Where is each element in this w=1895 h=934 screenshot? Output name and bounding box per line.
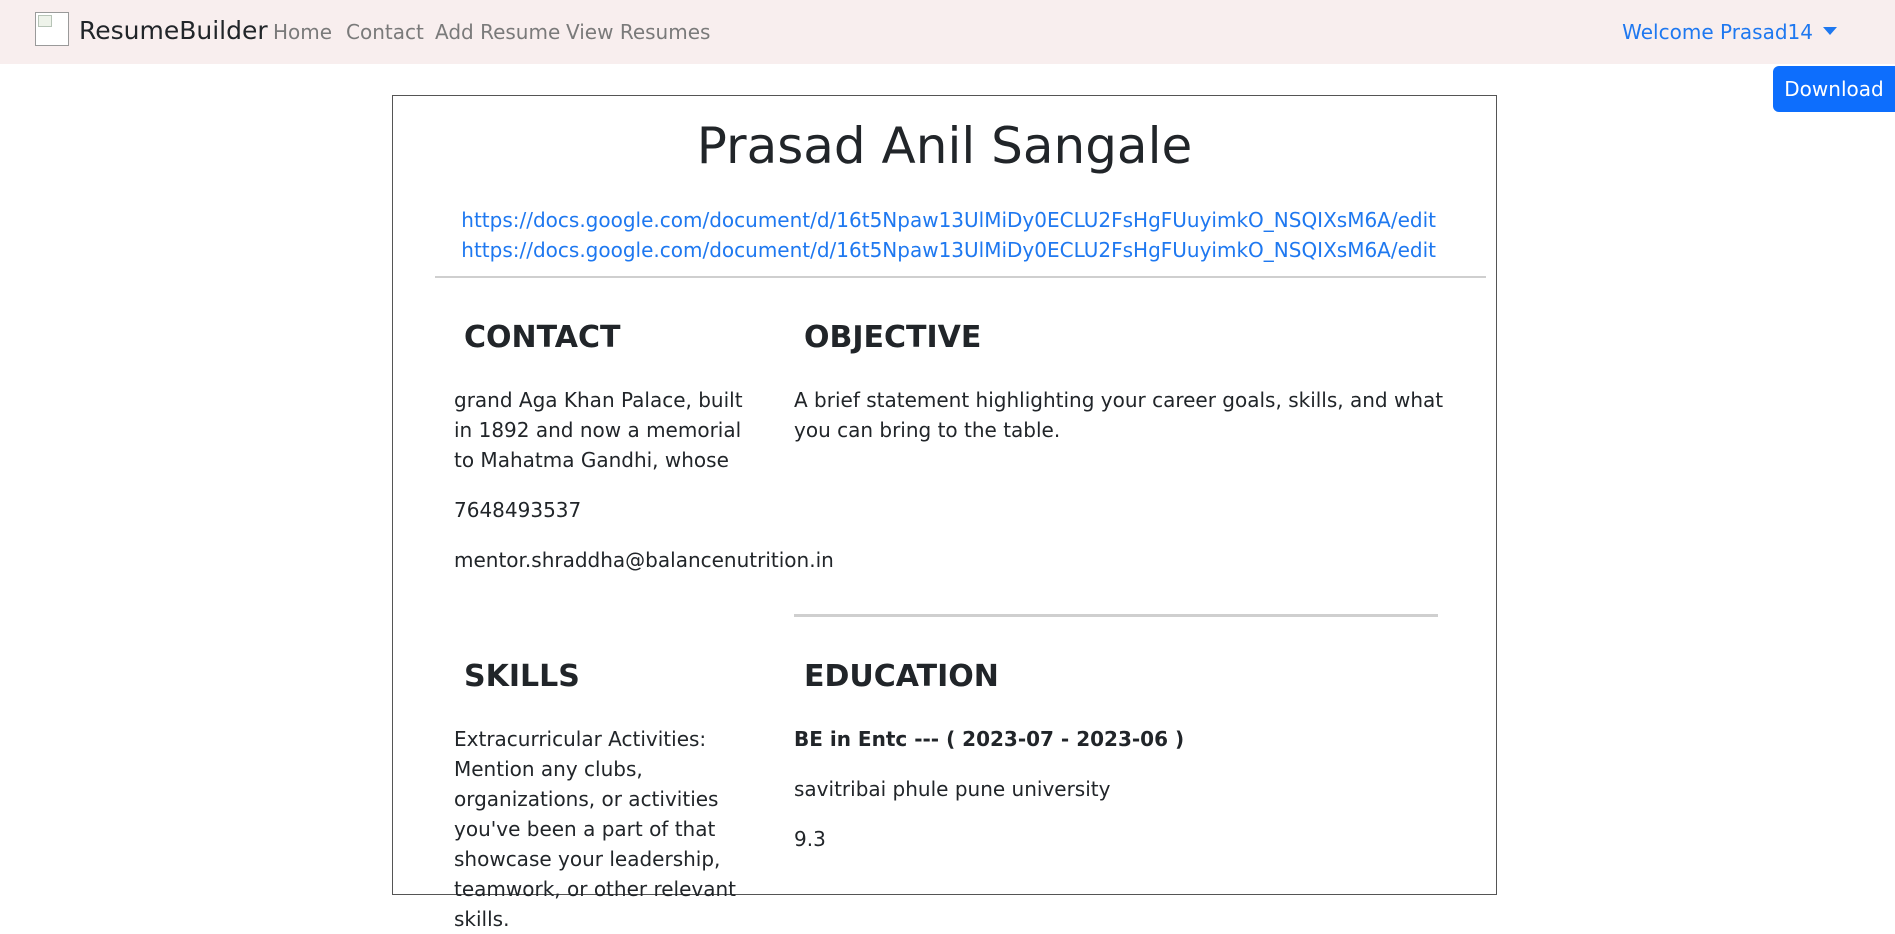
resume-card: Prasad Anil Sangale https://docs.google.… <box>392 95 1497 931</box>
chevron-down-icon <box>1823 27 1837 35</box>
skills-heading: SKILLS <box>464 659 580 694</box>
objective-heading: OBJECTIVE <box>804 320 982 355</box>
education-score: 9.3 <box>794 827 826 851</box>
nav-link-view-resumes[interactable]: View Resumes <box>566 19 710 45</box>
nav-link-contact[interactable]: Contact <box>346 19 424 45</box>
contact-email: mentor.shraddha@balancenutrition.in <box>454 548 834 572</box>
nav-link-home[interactable]: Home <box>273 19 332 45</box>
education-degree: BE in Entc --- ( 2023-07 - 2023-06 ) <box>794 727 1185 751</box>
contact-address: grand Aga Khan Palace, built in 1892 and… <box>454 388 743 472</box>
contact-phone: 7648493537 <box>454 498 582 522</box>
resume-link-2[interactable]: https://docs.google.com/document/d/16t5N… <box>461 236 1436 264</box>
education-heading: EDUCATION <box>804 659 999 694</box>
download-button[interactable]: Download <box>1773 66 1895 112</box>
resume-name: Prasad Anil Sangale <box>696 117 1193 175</box>
skills-text: Extracurricular Activities: Mention any … <box>454 727 737 931</box>
resume-link-1[interactable]: https://docs.google.com/document/d/16t5N… <box>461 206 1436 234</box>
welcome-label: Welcome Prasad14 <box>1622 20 1813 44</box>
objective-divider <box>794 614 1438 617</box>
education-university: savitribai phule pune university <box>794 777 1111 801</box>
objective-text: A brief statement highlighting your care… <box>794 388 1444 442</box>
nav-link-add-resume[interactable]: Add Resume <box>435 19 560 45</box>
navbar: ResumeBuilder Home Contact Add Resume Vi… <box>0 0 1895 64</box>
brand-logo-image[interactable] <box>35 12 69 46</box>
broken-image-icon <box>38 15 52 27</box>
contact-heading: CONTACT <box>464 320 621 355</box>
user-menu-dropdown[interactable]: Welcome Prasad14 <box>1622 19 1837 45</box>
header-divider <box>435 276 1486 278</box>
brand-name[interactable]: ResumeBuilder <box>79 14 268 48</box>
